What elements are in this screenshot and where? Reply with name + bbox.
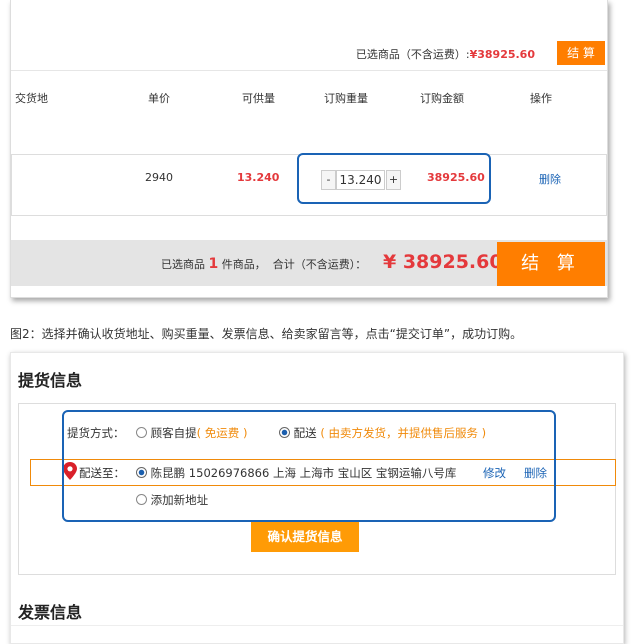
footer-selected-count: 1 — [208, 256, 219, 272]
confirm-delivery-button[interactable]: 确认提货信息 — [251, 522, 359, 552]
column-order-amount: 订购金额 — [420, 92, 464, 105]
column-order-weight: 订购重量 — [324, 92, 368, 105]
footer-selected-suffix: 件商品， — [221, 258, 266, 271]
selected-summary-amount: ¥38925.60 — [469, 48, 535, 61]
highlight-box-delivery — [62, 410, 556, 522]
column-unit-price: 单价 — [148, 92, 170, 105]
column-delivery-place: 交货地 — [15, 92, 48, 105]
footer-selected-prefix: 已选商品 — [161, 258, 205, 271]
item-amount: 38925.60 — [427, 171, 485, 184]
delivery-screenshot: 提货信息 提货方式： 顾客自提( 免运费 ) 配送 ( 由卖方发货，并提供售后服… — [10, 352, 624, 644]
selected-summary-label: 已选商品（不含运费）: — [355, 48, 470, 61]
column-available: 可供量 — [242, 92, 275, 105]
column-action: 操作 — [530, 92, 552, 105]
checkout-button-top[interactable]: 结 算 — [557, 41, 605, 65]
footer-total-amount: ¥ 38925.60 — [383, 251, 503, 273]
figure-caption: 图2：选择并确认收货地址、购买重量、发票信息、给卖家留言等，点击“提交订单”，成… — [10, 327, 523, 341]
invoice-section-title: 发票信息 — [18, 603, 83, 622]
item-unit-price: 2940 — [145, 171, 173, 184]
checkout-button[interactable]: 结 算 — [497, 242, 605, 286]
delivery-section-title: 提货信息 — [18, 371, 83, 390]
delete-item-link[interactable]: 删除 — [539, 171, 561, 187]
item-available: 13.240 — [237, 171, 280, 184]
invoice-divider — [11, 625, 623, 626]
cart-screenshot: 已选商品（不含运费）:¥38925.60 结 算 交货地 单价 可供量 订购重量… — [10, 0, 608, 298]
selected-summary: 已选商品（不含运费）:¥38925.60 — [356, 46, 535, 62]
footer-selected-info: 已选商品 1 件商品， 合计（不含运费）： — [161, 256, 366, 272]
header-divider — [11, 70, 607, 71]
footer-total-label: 合计（不含运费）： — [272, 258, 367, 271]
